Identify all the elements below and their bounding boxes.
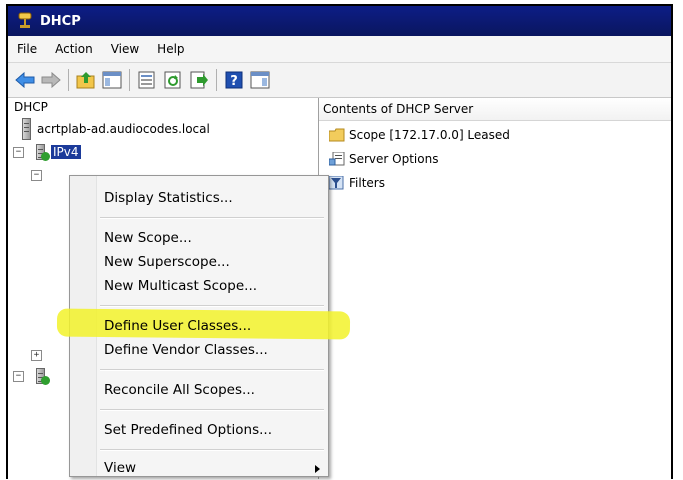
menu-item-new-superscope[interactable]: New Superscope... [104, 250, 230, 274]
menu-item-define-user-classes[interactable]: Define User Classes... [104, 314, 251, 338]
folder-icon [329, 128, 345, 142]
list-item-label: Scope [172.17.0.0] Leased [349, 128, 510, 142]
tree-expand-node[interactable]: + [31, 350, 42, 361]
toolbar-separator [68, 69, 69, 91]
contents-column-header[interactable]: Contents of DHCP Server [319, 98, 671, 121]
submenu-arrow-icon [315, 465, 320, 473]
collapse-icon[interactable]: − [13, 370, 24, 382]
menu-bar: File Action View Help [8, 36, 671, 63]
properties-icon[interactable] [136, 69, 158, 91]
expand-icon[interactable]: + [31, 350, 42, 361]
contents-pane: Contents of DHCP Server Scope [172.17.0.… [319, 98, 671, 479]
tree-root-label: DHCP [14, 100, 48, 114]
collapse-icon[interactable]: − [13, 146, 24, 158]
menu-item-display-statistics[interactable]: Display Statistics... [104, 186, 233, 210]
ipv6-server-icon [36, 368, 50, 385]
menu-item-new-multicast-scope[interactable]: New Multicast Scope... [104, 274, 257, 298]
menu-item-reconcile-all-scopes[interactable]: Reconcile All Scopes... [104, 378, 255, 402]
menu-help[interactable]: Help [148, 42, 193, 56]
show-hide-action-pane-icon[interactable] [249, 69, 271, 91]
up-folder-icon[interactable] [75, 69, 97, 91]
menu-item-set-predefined-options[interactable]: Set Predefined Options... [104, 418, 272, 442]
toolbar-separator [216, 69, 217, 91]
tree-server-node[interactable]: acrtplab-ad.audiocodes.local [22, 118, 210, 140]
tree-ipv4-child-expander[interactable]: − [31, 170, 42, 181]
menu-separator [100, 409, 324, 411]
show-hide-tree-icon[interactable] [101, 69, 123, 91]
filter-icon [329, 176, 344, 190]
forward-arrow-icon[interactable] [40, 69, 62, 91]
server-icon [22, 118, 31, 140]
menu-file[interactable]: File [8, 42, 46, 56]
back-arrow-icon[interactable] [14, 69, 36, 91]
menu-item-view[interactable]: View [104, 456, 136, 480]
status-check-icon [41, 152, 50, 161]
help-icon[interactable]: ? [223, 69, 245, 91]
list-item-scope[interactable]: Scope [172.17.0.0] Leased [329, 124, 510, 146]
menu-separator [100, 305, 324, 307]
status-check-icon [41, 376, 50, 385]
list-item-filters[interactable]: Filters [329, 172, 385, 194]
list-item-server-options[interactable]: Server Options [329, 148, 438, 170]
svg-text:?: ? [230, 74, 238, 89]
server-options-icon [329, 152, 345, 166]
dhcp-app-icon [16, 12, 34, 30]
menu-action[interactable]: Action [46, 42, 102, 56]
tree-server-label: acrtplab-ad.audiocodes.local [37, 122, 210, 136]
ipv4-server-icon [36, 144, 50, 161]
list-item-label: Server Options [349, 152, 439, 166]
refresh-icon[interactable] [162, 69, 184, 91]
menu-item-new-scope[interactable]: New Scope... [104, 226, 192, 250]
tree-ipv4-node[interactable]: − IPv4 [13, 144, 81, 161]
export-list-icon[interactable] [188, 69, 210, 91]
tree-ipv6-node[interactable]: − [13, 368, 51, 385]
tree-root-dhcp[interactable]: DHCP [14, 100, 48, 114]
menu-view[interactable]: View [102, 42, 148, 56]
menu-separator [100, 369, 324, 371]
toolbar: ? [8, 63, 671, 98]
window-title: DHCP [40, 13, 81, 29]
title-bar: DHCP [8, 6, 671, 36]
menu-separator [100, 217, 324, 219]
collapse-icon[interactable]: − [31, 170, 42, 181]
menu-item-define-vendor-classes[interactable]: Define Vendor Classes... [104, 338, 268, 362]
list-item-label: Filters [349, 176, 385, 190]
tree-ipv4-label: IPv4 [51, 145, 81, 159]
toolbar-separator [129, 69, 130, 91]
menu-separator [100, 449, 324, 451]
contents-header-label: Contents of DHCP Server [323, 102, 474, 116]
